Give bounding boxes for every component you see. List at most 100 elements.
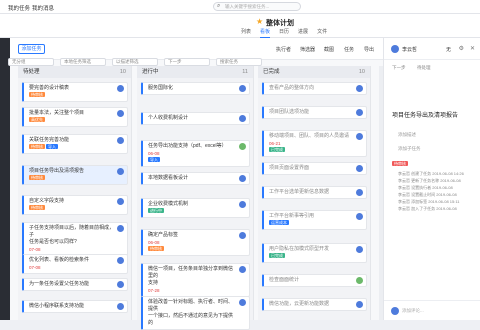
toolbar-assignee[interactable]: 执行者	[276, 46, 291, 53]
nav-my-messages[interactable]: 我的消息	[32, 4, 54, 12]
add-task-button[interactable]: 添加任务	[18, 44, 45, 54]
task-card[interactable]: 要完善的设计稿表 待审核	[22, 82, 128, 102]
avatar	[239, 232, 246, 239]
task-card[interactable]: 确定产品标签 06-08 待审核	[141, 229, 250, 256]
task-card[interactable]: 本地数据看板设计	[141, 172, 250, 185]
search-icon: ⌕	[217, 3, 221, 9]
toolbar-screenshot[interactable]: 截图	[324, 46, 334, 53]
status-badge: 导入	[148, 157, 160, 162]
task-card[interactable]: 自定义字段支持 待审核	[22, 195, 128, 215]
avatar	[239, 143, 246, 150]
task-card[interactable]: 微信一项目，任务条目单独分享到微信里的 支持 07-28	[141, 263, 250, 297]
due-date: 06-21	[269, 141, 281, 146]
avatar	[391, 45, 399, 53]
log-entry: 李云哲 设置执行者 2019-06-08	[398, 185, 453, 190]
detail-desc-label[interactable]: 添加描述	[398, 132, 416, 138]
avatar	[117, 85, 124, 92]
avatar	[239, 115, 246, 122]
due-date: 07-08	[29, 247, 41, 252]
task-card[interactable]: 服务国际化	[141, 82, 250, 95]
task-card[interactable]: 任务导出功能支持（pdf、excel等） 06-08 导入	[141, 140, 250, 167]
status-badge: 已完成	[269, 147, 285, 152]
task-card[interactable]: 关联任务完善功能 待审核 导入	[22, 134, 128, 154]
log-entry: 李云哲 创建了任务 2019-06-08 14:26	[398, 171, 464, 176]
avatar	[239, 201, 246, 208]
tab-calendar[interactable]: 日历	[279, 28, 289, 38]
avatar	[239, 85, 246, 92]
toolbar-task[interactable]: 任务	[344, 46, 354, 53]
settings-icon[interactable]: ⚙	[459, 45, 464, 52]
task-detail-panel: 李云哲 无 ⚙ ✕ 下一步 待处理 项目任务导出及清项报告 添加描述 添加子任务…	[383, 38, 480, 320]
log-entry: 李云哲 添加标签 2019-06-08 15:11	[398, 199, 460, 204]
task-card[interactable]: 微信功能，云更新功能数据	[262, 298, 367, 311]
filter-local[interactable]: 本地任务筛选	[60, 58, 106, 66]
project-header: ★ 整体计划 列表 看板 日历 进展 文件	[0, 14, 480, 38]
task-card[interactable]: 体验改善一针对标题、执行者、时间、提供 一个接口，然后不通过的意见为下提供的	[141, 296, 250, 330]
task-card[interactable]: 企业收费模式机制 进行中	[141, 198, 250, 218]
tab-progress[interactable]: 进展	[298, 28, 308, 38]
task-card[interactable]: 批量本法，关注整个项目 高优先	[22, 107, 128, 127]
tab-files[interactable]: 文件	[317, 28, 327, 38]
avatar	[356, 109, 363, 116]
status-badge: 待审核	[29, 92, 45, 97]
detail-step-next[interactable]: 下一步	[392, 65, 406, 71]
status-badge: 进行中	[148, 208, 164, 213]
detail-task-title[interactable]: 项目任务导出及清项报告	[392, 110, 477, 119]
column-header: 已完成 10	[258, 66, 370, 78]
avatar	[117, 281, 124, 288]
toolbar-filter[interactable]: 筛选器	[300, 46, 315, 53]
filter-next[interactable]: 下一步	[164, 58, 210, 66]
filter-bar: 无分组 本地任务筛选 以描述筛选 下一步 搜索任务	[8, 58, 262, 66]
status-badge: 待审核	[29, 144, 45, 149]
search-input[interactable]: ⌕ 输入关键字搜索任务...	[213, 2, 301, 11]
status-badge: 运营成本	[269, 220, 289, 225]
avatar	[356, 246, 363, 253]
activity-log: 李云哲 创建了任务 2019-06-08 14:26 李云哲 更新了任务名称 2…	[398, 170, 478, 212]
task-card[interactable]: 个人收费机制设计	[141, 112, 250, 125]
task-card-selected[interactable]: 项目任务导出及清项报告 待审核	[22, 165, 128, 185]
toolbar-export[interactable]: 导出	[364, 46, 374, 53]
star-icon[interactable]: ★	[256, 17, 263, 26]
nav-my-tasks[interactable]: 我的任务	[8, 4, 30, 12]
avatar	[117, 225, 124, 232]
column-header: 进行中 11	[137, 66, 253, 78]
avatar	[117, 303, 124, 310]
task-card[interactable]: 项目页面设置界面	[262, 162, 367, 175]
comment-box[interactable]: 添加评论...	[384, 300, 480, 320]
avatar	[117, 168, 124, 175]
avatar	[239, 299, 246, 306]
tab-list[interactable]: 列表	[241, 28, 251, 38]
status-badge: 导入	[46, 144, 58, 149]
task-card[interactable]: 微信小程序联系支持功能	[22, 300, 128, 313]
avatar	[356, 277, 363, 284]
task-card[interactable]: 项目团队选项功能	[262, 106, 367, 119]
log-entry: 李云哲 更新了任务名称 2019-06-08	[398, 178, 461, 183]
filter-group[interactable]: 无分组	[8, 58, 54, 66]
avatar	[356, 133, 363, 140]
board-toolbar: 添加任务 执行者 筛选器 截图 任务 导出	[10, 38, 383, 60]
due-date: 07-28	[148, 288, 160, 293]
task-card[interactable]: 工作平台选单更新信息数据	[262, 186, 367, 199]
assignee-none[interactable]: 无	[446, 46, 451, 53]
add-subtask-link[interactable]: 添加子任务	[398, 146, 421, 152]
task-card[interactable]: 为一条任务设置父任务功能	[22, 278, 128, 291]
task-card[interactable]: 子任务支持项目以后，随着目前相成，子 任务是否也可以同样? 07-08	[22, 222, 128, 256]
close-icon[interactable]: ✕	[470, 45, 475, 52]
task-card[interactable]: 用户隐私在加模式原型开发 已完成	[262, 243, 367, 263]
log-entry: 李云哲 加入了子任务 2019-06-08	[398, 206, 457, 211]
avatar	[391, 307, 399, 315]
task-card[interactable]: 工作平台新事等引用 运营成本	[262, 210, 367, 230]
status-badge: 高优先	[29, 117, 45, 122]
task-card[interactable]: 查看产品的整体方向	[262, 82, 367, 95]
filter-desc[interactable]: 以描述筛选	[112, 58, 158, 66]
filter-search[interactable]: 搜索任务	[216, 58, 262, 66]
view-tabs: 列表 看板 日历 进展 文件	[241, 28, 327, 38]
task-card[interactable]: 检查面面统计	[262, 274, 367, 287]
task-card[interactable]: 优化列表、看板的检索条件 07-08	[22, 254, 128, 274]
task-card[interactable]: 移动端项目、团队、项目的人员邀请 06-21 已完成	[262, 130, 367, 157]
due-date: 06-08	[148, 240, 160, 245]
tab-board[interactable]: 看板	[260, 28, 271, 38]
detail-step-status[interactable]: 待处理	[417, 65, 431, 71]
avatar	[356, 85, 363, 92]
owner-name[interactable]: 李云哲	[402, 46, 417, 53]
